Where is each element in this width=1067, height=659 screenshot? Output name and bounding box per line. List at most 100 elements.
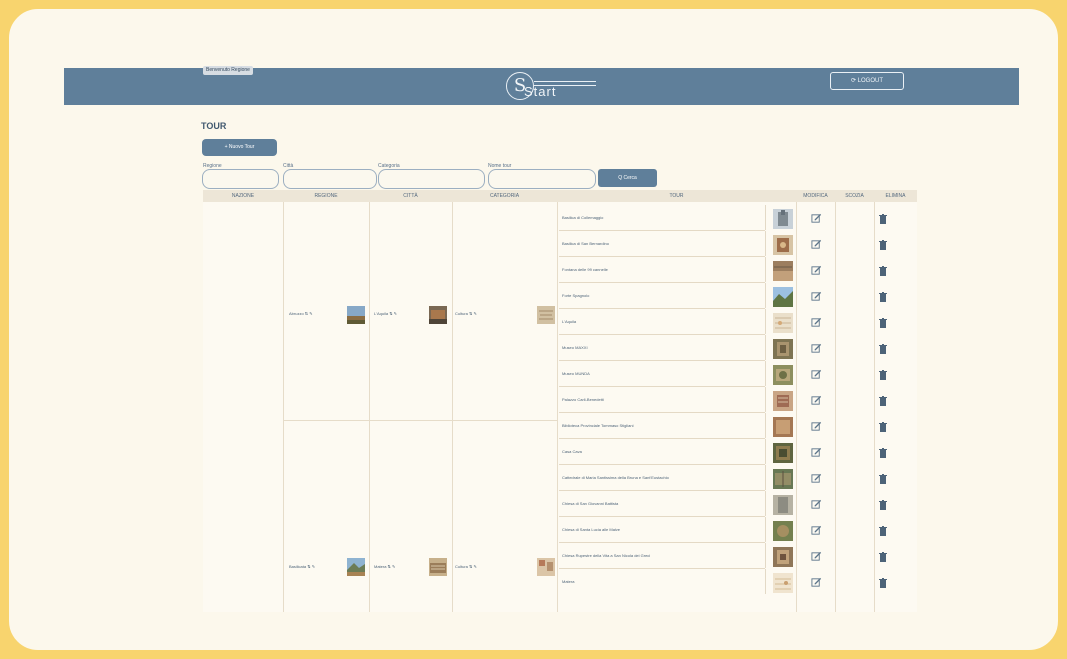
city-filter-input[interactable] (283, 169, 377, 189)
page-title: TOUR (201, 121, 227, 131)
tour-name-cell: Cattedrale di Maria Santissima della Bru… (559, 465, 766, 490)
edit-icon[interactable] (811, 263, 822, 281)
header-scozia: SCOZIA (845, 193, 864, 199)
header-categoria: CATEGORIA (489, 193, 520, 199)
region-cell-abruzzo: Abruzzo ⇅ ✎ (289, 311, 313, 316)
column-divider (557, 202, 558, 612)
edit-icon[interactable] (811, 237, 822, 255)
logo-text: Start (524, 84, 557, 99)
user-badge: Benvenuto Regione (203, 66, 253, 75)
table-row[interactable]: Basilica di San Bernardino (559, 231, 916, 257)
region-filter-input[interactable] (202, 169, 279, 189)
edit-icon[interactable] (811, 445, 822, 463)
table-row[interactable]: Biblioteca Provinciale Tommaso Stigliani (559, 413, 916, 439)
category-thumbnail (537, 558, 555, 576)
edit-icon[interactable] (811, 549, 822, 567)
category-cell-cultura: Cultura ⇅ ✎ (455, 311, 477, 316)
edit-icon[interactable] (811, 497, 822, 515)
trash-icon[interactable] (879, 471, 887, 489)
table-row[interactable]: Chiesa di San Giovanni Battista (559, 491, 916, 517)
tour-name-cell: L'Aquila (559, 309, 766, 334)
table-row[interactable]: Casa Cava (559, 439, 916, 465)
logout-button[interactable]: ⟳ LOGOUT (830, 72, 904, 90)
edit-icon[interactable] (811, 471, 822, 489)
tour-name-cell: Matera (559, 569, 766, 594)
table-row[interactable]: Basilica di Collemaggio (559, 205, 916, 231)
table-row[interactable]: Fontana delle 99 cannelle (559, 257, 916, 283)
tour-name: Museo MAXXI (562, 345, 588, 350)
tour-thumbnail (773, 235, 793, 255)
search-button[interactable]: Q Cerca (598, 169, 657, 187)
trash-icon[interactable] (879, 367, 887, 385)
tour-filter-input[interactable] (488, 169, 596, 189)
table-row[interactable]: Chiesa di Santa Lucia alle Malve (559, 517, 916, 543)
tour-name-cell: Fontana delle 99 cannelle (559, 257, 766, 282)
edit-icon[interactable] (811, 575, 822, 593)
tour-thumbnail (773, 547, 793, 567)
tour-name: Basilica di Collemaggio (562, 215, 604, 220)
trash-icon[interactable] (879, 497, 887, 515)
tour-name-cell: Chiesa Rupestre della Vita a San Nicola … (559, 543, 766, 568)
tour-name: Cattedrale di Maria Santissima della Bru… (562, 475, 669, 480)
edit-icon[interactable] (811, 211, 822, 229)
category-thumbnail (537, 306, 555, 324)
table-row[interactable]: Cattedrale di Maria Santissima della Bru… (559, 465, 916, 491)
trash-icon[interactable] (879, 263, 887, 281)
table-row[interactable]: Chiesa Rupestre della Vita a San Nicola … (559, 543, 916, 569)
tour-name-cell: Museo MAXXI (559, 335, 766, 360)
tour-thumbnail (773, 313, 793, 333)
start-logo: S Start (506, 72, 616, 101)
edit-icon[interactable] (811, 393, 822, 411)
trash-icon[interactable] (879, 211, 887, 229)
tour-name-cell: Casa Cava (559, 439, 766, 464)
table-row[interactable]: Matera (559, 569, 916, 595)
region-thumbnail (347, 558, 365, 576)
tour-name-cell: Museo MUNDA (559, 361, 766, 386)
tour-thumbnail (773, 573, 793, 593)
edit-icon[interactable] (811, 289, 822, 307)
category-filter-input[interactable] (378, 169, 485, 189)
tour-name-cell: Forte Spagnolo (559, 283, 766, 308)
column-divider (283, 202, 284, 612)
trash-icon[interactable] (879, 523, 887, 541)
city-cell-laquila: L'Aquila ⇅ ✎ (374, 311, 398, 316)
column-divider (452, 202, 453, 612)
header-regione: REGIONE (314, 193, 338, 199)
tour-thumbnail (773, 469, 793, 489)
trash-icon[interactable] (879, 237, 887, 255)
tour-thumbnail (773, 417, 793, 437)
trash-icon[interactable] (879, 445, 887, 463)
trash-icon[interactable] (879, 419, 887, 437)
tour-thumbnail (773, 495, 793, 515)
tour-name: Fontana delle 99 cannelle (562, 267, 608, 272)
trash-icon[interactable] (879, 549, 887, 567)
tour-thumbnail (773, 365, 793, 385)
tour-name-cell: Chiesa di Santa Lucia alle Malve (559, 517, 766, 542)
table-row[interactable]: Museo MAXXI (559, 335, 916, 361)
trash-icon[interactable] (879, 315, 887, 333)
trash-icon[interactable] (879, 341, 887, 359)
table-row[interactable]: Forte Spagnolo (559, 283, 916, 309)
edit-icon[interactable] (811, 341, 822, 359)
tour-name-cell: Chiesa di San Giovanni Battista (559, 491, 766, 516)
edit-icon[interactable] (811, 315, 822, 333)
edit-icon[interactable] (811, 367, 822, 385)
tour-name-cell: Basilica di Collemaggio (559, 205, 766, 230)
city-thumbnail (429, 558, 447, 576)
trash-icon[interactable] (879, 575, 887, 593)
table-row[interactable]: Museo MUNDA (559, 361, 916, 387)
city-thumbnail (429, 306, 447, 324)
table-row[interactable]: Palazzo Carli-Benedetti (559, 387, 916, 413)
tour-thumbnail (773, 391, 793, 411)
edit-icon[interactable] (811, 523, 822, 541)
trash-icon[interactable] (879, 289, 887, 307)
edit-icon[interactable] (811, 419, 822, 437)
tour-name: Biblioteca Provinciale Tommaso Stigliani (562, 423, 634, 428)
tour-thumbnail (773, 521, 793, 541)
table-row[interactable]: L'Aquila (559, 309, 916, 335)
header-nazione: NAZIONE (231, 193, 255, 199)
tour-thumbnail (773, 261, 793, 281)
tour-name-cell: Biblioteca Provinciale Tommaso Stigliani (559, 413, 766, 438)
new-tour-button[interactable]: + Nuovo Tour (202, 139, 277, 156)
trash-icon[interactable] (879, 393, 887, 411)
